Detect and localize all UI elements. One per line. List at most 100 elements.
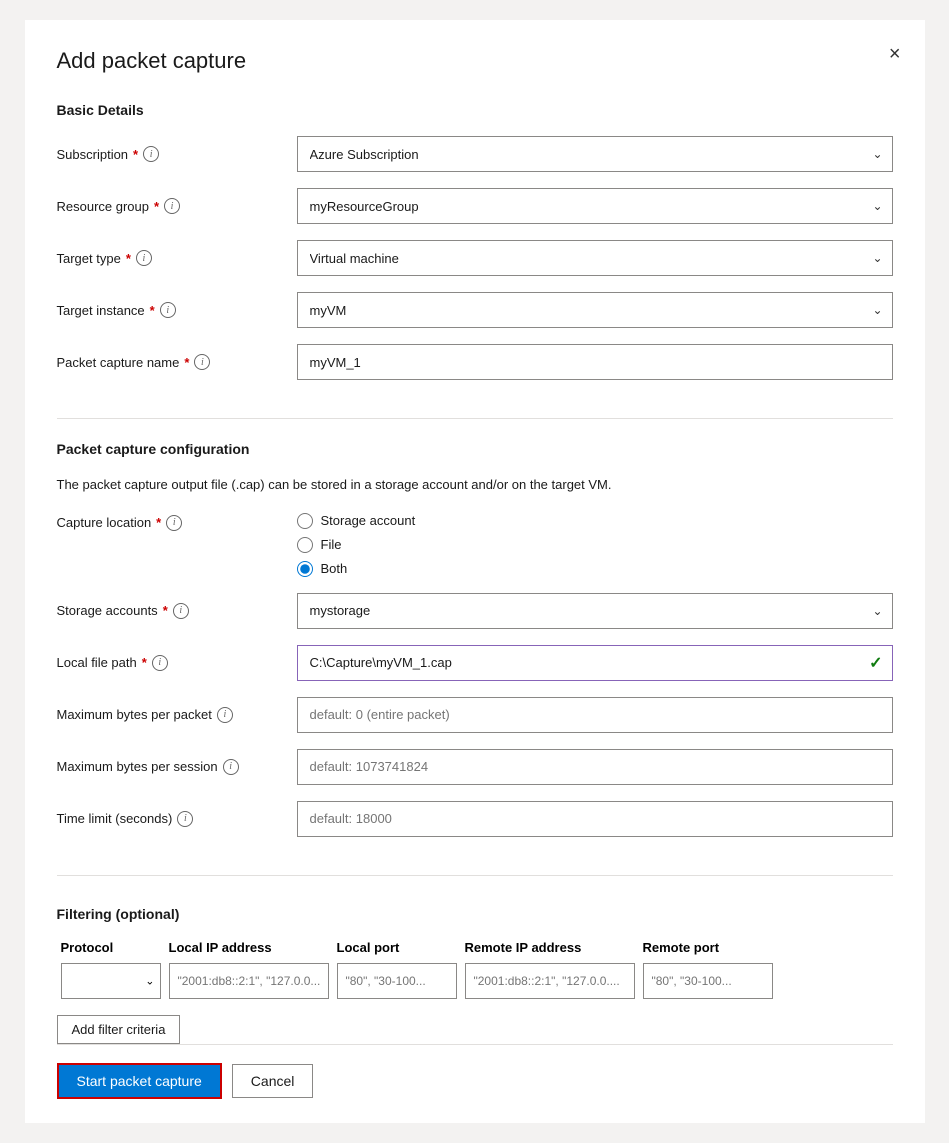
local-file-path-check-icon: ✓: [869, 653, 882, 673]
subscription-control: Azure Subscription ⌄: [297, 136, 893, 172]
storage-accounts-select-wrapper: mystorage ⌄: [297, 593, 893, 629]
capture-location-label: Capture location * i: [57, 513, 297, 531]
target-type-label: Target type * i: [57, 250, 297, 266]
max-bytes-session-label: Maximum bytes per session i: [57, 759, 297, 775]
storage-accounts-select[interactable]: mystorage: [297, 593, 893, 629]
storage-accounts-control: mystorage ⌄: [297, 593, 893, 629]
packet-capture-name-input[interactable]: [297, 344, 893, 380]
target-instance-control: myVM ⌄: [297, 292, 893, 328]
packet-capture-name-info-icon[interactable]: i: [194, 354, 210, 370]
max-bytes-session-info-icon[interactable]: i: [223, 759, 239, 775]
target-instance-info-icon[interactable]: i: [160, 302, 176, 318]
time-limit-control: [297, 801, 893, 837]
local-file-path-required: *: [142, 655, 147, 670]
max-bytes-packet-input[interactable]: [297, 697, 893, 733]
max-bytes-packet-info-icon[interactable]: i: [217, 707, 233, 723]
capture-location-row: Capture location * i Storage account Fil…: [57, 513, 893, 577]
capture-location-both-option[interactable]: Both: [297, 561, 893, 577]
capture-location-storage-radio[interactable]: [297, 513, 313, 529]
capture-location-storage-label: Storage account: [321, 513, 416, 528]
target-type-select[interactable]: Virtual machine: [297, 240, 893, 276]
filter-rip-col-header: Remote IP address: [465, 940, 635, 955]
filter-table-header: Protocol Local IP address Local port Rem…: [57, 940, 893, 955]
time-limit-info-icon[interactable]: i: [177, 811, 193, 827]
time-limit-input[interactable]: [297, 801, 893, 837]
capture-location-file-label: File: [321, 537, 342, 552]
subscription-row: Subscription * i Azure Subscription ⌄: [57, 136, 893, 172]
basic-details-header: Basic Details: [57, 102, 893, 118]
capture-location-both-label: Both: [321, 561, 348, 576]
target-type-row: Target type * i Virtual machine ⌄: [57, 240, 893, 276]
config-description: The packet capture output file (.cap) ca…: [57, 475, 893, 495]
packet-capture-name-row: Packet capture name * i: [57, 344, 893, 380]
target-instance-required: *: [150, 303, 155, 318]
target-instance-select[interactable]: myVM: [297, 292, 893, 328]
packet-capture-config-header: Packet capture configuration: [57, 441, 893, 457]
target-type-info-icon[interactable]: i: [136, 250, 152, 266]
filter-lip-col-header: Local IP address: [169, 940, 329, 955]
storage-accounts-label: Storage accounts * i: [57, 603, 297, 619]
subscription-info-icon[interactable]: i: [143, 146, 159, 162]
max-bytes-session-input[interactable]: [297, 749, 893, 785]
divider-1: [57, 418, 893, 419]
subscription-select[interactable]: Azure Subscription: [297, 136, 893, 172]
storage-accounts-row: Storage accounts * i mystorage ⌄: [57, 593, 893, 629]
capture-location-radio-group: Storage account File Both: [297, 513, 893, 577]
filtering-header: Filtering (optional): [57, 906, 893, 922]
filter-remote-ip-input[interactable]: [465, 963, 635, 999]
capture-location-control: Storage account File Both: [297, 513, 893, 577]
filter-local-ip-input[interactable]: [169, 963, 329, 999]
target-type-control: Virtual machine ⌄: [297, 240, 893, 276]
dialog-footer: Start packet capture Cancel: [57, 1044, 893, 1123]
cancel-button[interactable]: Cancel: [232, 1064, 314, 1098]
resource-group-control: myResourceGroup ⌄: [297, 188, 893, 224]
max-bytes-session-row: Maximum bytes per session i: [57, 749, 893, 785]
add-packet-capture-dialog: × Add packet capture Basic Details Subsc…: [25, 20, 925, 1123]
capture-location-file-radio[interactable]: [297, 537, 313, 553]
capture-location-both-radio[interactable]: [297, 561, 313, 577]
local-file-path-label: Local file path * i: [57, 655, 297, 671]
local-file-path-row: Local file path * i ✓: [57, 645, 893, 681]
add-filter-button[interactable]: Add filter criteria: [57, 1015, 181, 1044]
capture-location-file-option[interactable]: File: [297, 537, 893, 553]
target-instance-select-wrapper: myVM ⌄: [297, 292, 893, 328]
filter-protocol-wrapper: TCP UDP Any ⌄: [61, 963, 161, 999]
filter-protocol-col-header: Protocol: [61, 940, 161, 955]
time-limit-label: Time limit (seconds) i: [57, 811, 297, 827]
resource-group-info-icon[interactable]: i: [164, 198, 180, 214]
divider-2: [57, 875, 893, 876]
resource-group-row: Resource group * i myResourceGroup ⌄: [57, 188, 893, 224]
storage-accounts-info-icon[interactable]: i: [173, 603, 189, 619]
resource-group-label: Resource group * i: [57, 198, 297, 214]
capture-location-info-icon[interactable]: i: [166, 515, 182, 531]
subscription-required: *: [133, 147, 138, 162]
subscription-label: Subscription * i: [57, 146, 297, 162]
time-limit-row: Time limit (seconds) i: [57, 801, 893, 837]
local-file-path-input[interactable]: [297, 645, 893, 681]
resource-group-select-wrapper: myResourceGroup ⌄: [297, 188, 893, 224]
capture-location-storage-option[interactable]: Storage account: [297, 513, 893, 529]
filter-lport-col-header: Local port: [337, 940, 457, 955]
target-type-required: *: [126, 251, 131, 266]
packet-capture-name-required: *: [184, 355, 189, 370]
max-bytes-packet-label: Maximum bytes per packet i: [57, 707, 297, 723]
local-file-path-wrapper: ✓: [297, 645, 893, 681]
filter-protocol-select[interactable]: TCP UDP Any: [61, 963, 161, 999]
subscription-select-wrapper: Azure Subscription ⌄: [297, 136, 893, 172]
resource-group-required: *: [154, 199, 159, 214]
max-bytes-session-control: [297, 749, 893, 785]
dialog-title: Add packet capture: [57, 48, 893, 74]
local-file-path-info-icon[interactable]: i: [152, 655, 168, 671]
resource-group-select[interactable]: myResourceGroup: [297, 188, 893, 224]
target-instance-row: Target instance * i myVM ⌄: [57, 292, 893, 328]
target-instance-label: Target instance * i: [57, 302, 297, 318]
filter-remote-port-input[interactable]: [643, 963, 773, 999]
storage-accounts-required: *: [163, 603, 168, 618]
close-button[interactable]: ×: [885, 40, 905, 68]
packet-capture-name-control: [297, 344, 893, 380]
max-bytes-packet-control: [297, 697, 893, 733]
packet-capture-name-label: Packet capture name * i: [57, 354, 297, 370]
filter-local-port-input[interactable]: [337, 963, 457, 999]
target-type-select-wrapper: Virtual machine ⌄: [297, 240, 893, 276]
filtering-section: Filtering (optional) Protocol Local IP a…: [57, 906, 893, 1044]
